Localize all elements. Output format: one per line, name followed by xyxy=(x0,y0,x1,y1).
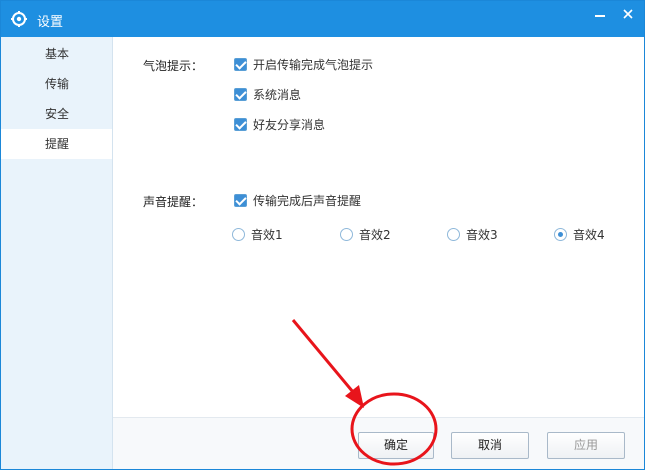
radio-unselected-icon xyxy=(447,228,460,241)
sidebar-item-label: 基本 xyxy=(45,47,70,61)
checkbox-checked-icon xyxy=(234,58,247,71)
close-icon xyxy=(623,9,633,19)
sidebar-item-label: 提醒 xyxy=(45,137,70,151)
sidebar-item-basic[interactable]: 基本 xyxy=(1,39,112,69)
bubble-section-label: 气泡提示： xyxy=(143,59,204,73)
checkbox-label: 开启传输完成气泡提示 xyxy=(253,58,374,72)
dialog-footer: 确定 取消 应用 xyxy=(113,417,644,469)
close-button[interactable] xyxy=(613,1,643,27)
reminder-settings-panel: 气泡提示： 开启传输完成气泡提示 系统消息 好友分享消息 声音提醒： 传输完成后… xyxy=(113,37,644,417)
gear-icon xyxy=(11,11,27,27)
radio-unselected-icon xyxy=(232,228,245,241)
sound-section-label: 声音提醒： xyxy=(143,195,204,209)
minimize-button[interactable] xyxy=(585,1,615,27)
sound-effect-4-radio[interactable]: 音效4 xyxy=(554,226,605,243)
radio-unselected-icon xyxy=(340,228,353,241)
bubble-system-message-checkbox[interactable]: 系统消息 xyxy=(234,86,301,103)
cancel-button[interactable]: 取消 xyxy=(451,432,529,459)
sound-effect-3-radio[interactable]: 音效3 xyxy=(447,226,498,243)
radio-label: 音效1 xyxy=(251,228,283,242)
bubble-friend-share-checkbox[interactable]: 好友分享消息 xyxy=(234,116,325,133)
bubble-transfer-complete-checkbox[interactable]: 开启传输完成气泡提示 xyxy=(234,56,373,73)
checkbox-label: 系统消息 xyxy=(253,88,302,102)
settings-window: 设置 基本 传输 安全 提醒 气泡提示： 开启传输完成气泡提示 系统消息 好友分… xyxy=(0,0,645,470)
radio-selected-icon xyxy=(554,228,567,241)
sidebar-item-transfer[interactable]: 传输 xyxy=(1,69,112,99)
sidebar-item-label: 安全 xyxy=(45,107,70,121)
apply-button[interactable]: 应用 xyxy=(547,432,625,459)
sidebar: 基本 传输 安全 提醒 xyxy=(1,37,113,469)
radio-label: 音效2 xyxy=(359,228,391,242)
checkbox-label: 好友分享消息 xyxy=(253,118,326,132)
checkbox-label: 传输完成后声音提醒 xyxy=(253,194,362,208)
window-title: 设置 xyxy=(37,15,64,30)
radio-label: 音效4 xyxy=(573,228,605,242)
sound-effect-2-radio[interactable]: 音效2 xyxy=(340,226,391,243)
title-bar: 设置 xyxy=(1,1,644,37)
checkbox-checked-icon xyxy=(234,194,247,207)
sidebar-item-label: 传输 xyxy=(45,77,70,91)
sidebar-item-reminder[interactable]: 提醒 xyxy=(1,129,112,159)
sound-reminder-checkbox[interactable]: 传输完成后声音提醒 xyxy=(234,192,361,209)
checkbox-checked-icon xyxy=(234,88,247,101)
sidebar-item-security[interactable]: 安全 xyxy=(1,99,112,129)
ok-button[interactable]: 确定 xyxy=(358,432,434,459)
minimize-icon xyxy=(595,15,605,17)
checkbox-checked-icon xyxy=(234,118,247,131)
sound-effect-1-radio[interactable]: 音效1 xyxy=(232,226,283,243)
radio-label: 音效3 xyxy=(466,228,498,242)
